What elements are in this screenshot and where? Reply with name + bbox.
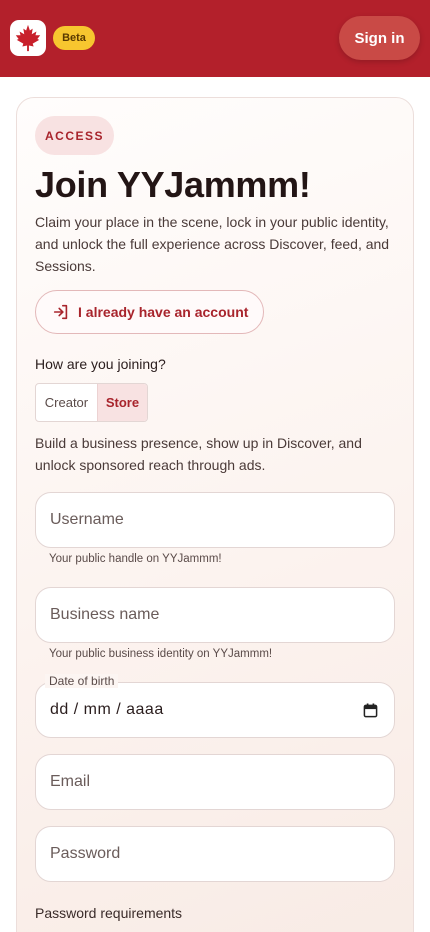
maple-leaf-icon [15,24,41,52]
login-arrow-icon [53,304,68,320]
business-name-input[interactable]: Business name [35,587,395,643]
join-option-creator[interactable]: Creator [36,384,97,421]
app-logo[interactable] [10,20,46,56]
beta-badge: Beta [53,26,95,50]
business-name-helper: Your public business identity on YYJammm… [49,648,273,660]
date-of-birth-input[interactable]: dd / mm / aaaa [35,682,395,738]
intro-text: Claim your place in the scene, lock in y… [35,214,390,274]
join-type-toggle: Creator Store [35,383,148,422]
join-option-store[interactable]: Store [96,384,147,421]
date-of-birth-value: dd / mm / aaaa [50,701,164,718]
access-badge: ACCESS [35,116,114,155]
email-input[interactable]: Email [35,754,395,810]
username-helper: Your public handle on YYJammm! [49,553,222,565]
password-input[interactable]: Password [35,826,395,882]
username-input[interactable]: Username [35,492,395,548]
page-title: Join YYJammm! [35,164,311,205]
date-of-birth-label: Date of birth [45,674,119,688]
calendar-icon[interactable] [363,703,378,718]
join-type-label: How are you joining? [35,356,166,372]
sign-in-button[interactable]: Sign in [339,16,420,60]
password-requirements-label: Password requirements [35,905,183,921]
already-have-account-label: I already have an account [78,304,249,320]
already-have-account-button[interactable]: I already have an account [35,290,264,334]
store-description: Build a business presence, show up in Di… [35,435,362,473]
